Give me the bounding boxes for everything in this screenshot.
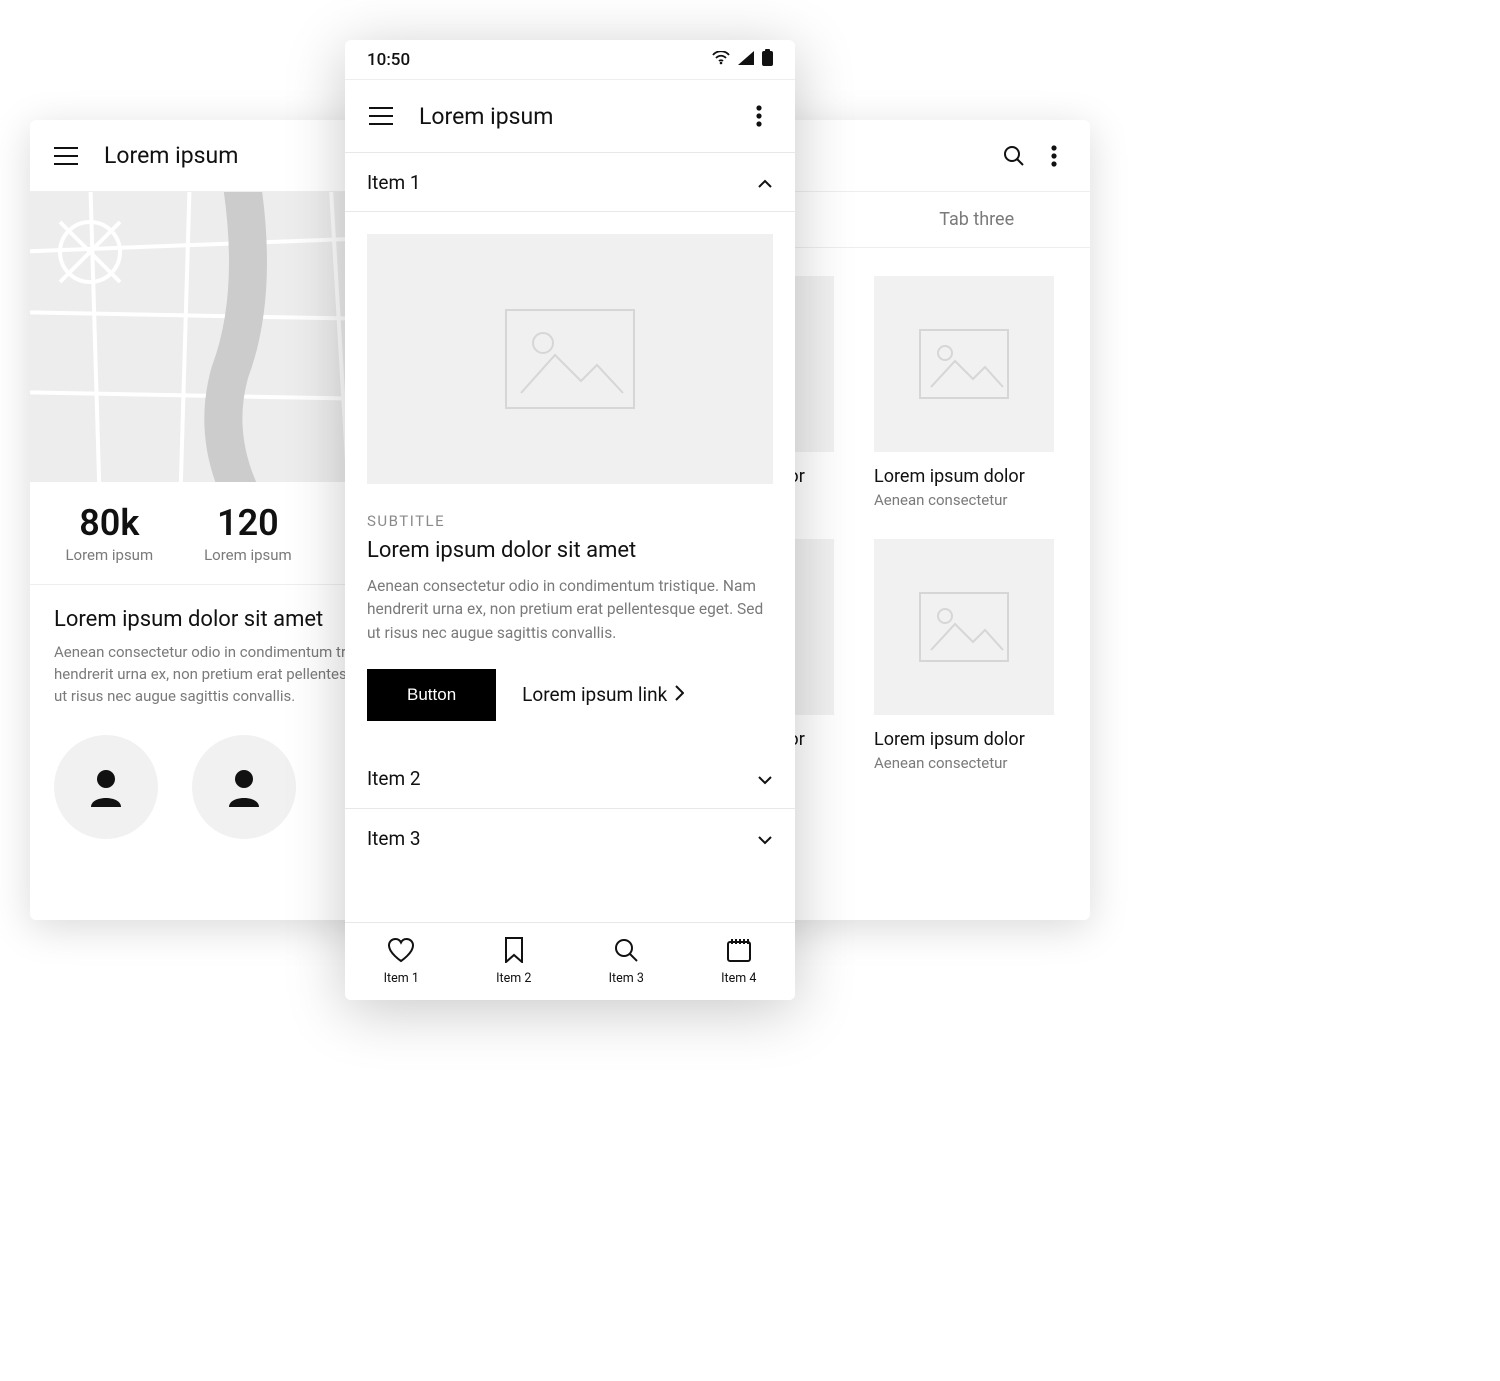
- stat-value: 80k: [40, 502, 179, 544]
- stat-value: 120: [179, 502, 318, 544]
- search-icon[interactable]: [994, 136, 1034, 176]
- nav-item-4[interactable]: Item 4: [683, 923, 796, 1000]
- appbar-center: Lorem ipsum: [345, 80, 795, 152]
- accordion-label: Item 3: [367, 827, 421, 850]
- card[interactable]: Lorem ipsum dolor Aenean consectetur: [874, 276, 1066, 509]
- chevron-right-icon: [675, 683, 684, 706]
- more-icon[interactable]: [1034, 136, 1074, 176]
- text-link[interactable]: Lorem ipsum link: [522, 683, 684, 706]
- chevron-up-icon: [757, 171, 773, 194]
- menu-icon[interactable]: [46, 136, 86, 176]
- primary-button[interactable]: Button: [367, 669, 496, 721]
- accordion-label: Item 2: [367, 767, 421, 790]
- menu-icon[interactable]: [361, 96, 401, 136]
- phone-center: 10:50 Lorem ipsum Item 1: [345, 40, 795, 1000]
- stat-1: 80k Lorem ipsum: [40, 502, 179, 564]
- stat-label: Lorem ipsum: [179, 546, 318, 564]
- stat-label: Lorem ipsum: [40, 546, 179, 564]
- accordion-item-3[interactable]: Item 3: [345, 809, 795, 869]
- button-row: Button Lorem ipsum link: [367, 669, 773, 721]
- bookmark-icon: [504, 937, 524, 967]
- nav-item-1[interactable]: Item 1: [345, 923, 458, 1000]
- accordion-body: SUBTITLE Lorem ipsum dolor sit amet Aene…: [345, 212, 795, 749]
- wifi-icon: [712, 50, 730, 70]
- card-title: Lorem ipsum dolor: [874, 729, 1066, 750]
- nav-item-3[interactable]: Item 3: [570, 923, 683, 1000]
- bottom-nav: Item 1 Item 2 Item 3 Item 4: [345, 922, 795, 1000]
- card-subtitle: Aenean consectetur: [874, 754, 1066, 772]
- image-placeholder-icon: [874, 276, 1054, 452]
- avatar[interactable]: [192, 735, 296, 839]
- signal-icon: [738, 50, 754, 70]
- more-icon[interactable]: [739, 96, 779, 136]
- chevron-down-icon: [757, 827, 773, 850]
- card[interactable]: Lorem ipsum dolor Aenean consectetur: [874, 539, 1066, 772]
- stat-2: 120 Lorem ipsum: [179, 502, 318, 564]
- nav-label: Item 4: [721, 971, 756, 986]
- status-bar: 10:50: [345, 40, 795, 80]
- card-body: Aenean consectetur odio in condimentum t…: [367, 575, 773, 645]
- nav-item-2[interactable]: Item 2: [458, 923, 571, 1000]
- image-placeholder-icon: [874, 539, 1054, 715]
- card-title: Lorem ipsum dolor sit amet: [367, 538, 773, 563]
- calendar-icon: [726, 937, 752, 967]
- card-title: Lorem ipsum dolor: [874, 466, 1066, 487]
- status-time: 10:50: [367, 50, 410, 70]
- nav-label: Item 2: [496, 971, 531, 986]
- card-subtitle: Aenean consectetur: [874, 491, 1066, 509]
- accordion-item-1[interactable]: Item 1: [345, 152, 795, 212]
- nav-label: Item 3: [609, 971, 644, 986]
- image-placeholder-icon: [367, 234, 773, 484]
- avatar[interactable]: [54, 735, 158, 839]
- app-title-left: Lorem ipsum: [104, 142, 238, 169]
- battery-icon: [762, 49, 773, 71]
- heart-icon: [387, 938, 415, 967]
- link-label: Lorem ipsum link: [522, 683, 667, 706]
- accordion-item-2[interactable]: Item 2: [345, 749, 795, 809]
- tab-three[interactable]: Tab three: [863, 192, 1090, 247]
- accordion-label: Item 1: [367, 171, 421, 194]
- nav-label: Item 1: [384, 971, 419, 986]
- card-subtitle-overline: SUBTITLE: [367, 512, 773, 530]
- chevron-down-icon: [757, 767, 773, 790]
- search-icon: [613, 937, 639, 967]
- app-title-center: Lorem ipsum: [419, 103, 553, 130]
